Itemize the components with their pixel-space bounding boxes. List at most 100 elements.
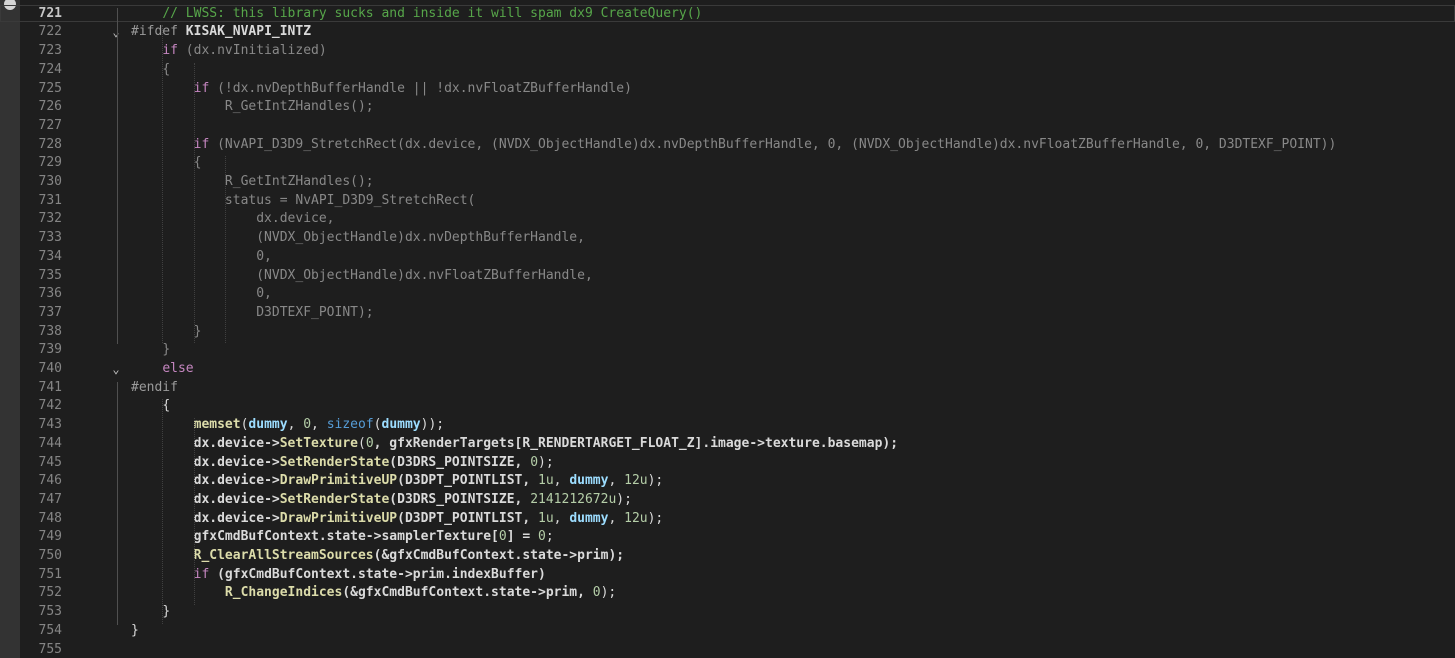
code-text: } [131, 323, 202, 342]
code-token: } [162, 604, 171, 620]
line-number: 750 [38, 548, 62, 563]
code-line[interactable]: 723 if (dx.nvInitialized) [0, 42, 1455, 61]
code-text: dx.device->DrawPrimitiveUP(D3DPT_POINTLI… [131, 472, 664, 491]
code-line[interactable]: 750 R_ClearAllStreamSources(&gfxCmdBufCo… [0, 547, 1455, 566]
code-token: } [193, 323, 202, 339]
code-line[interactable]: 737 D3DTEXF_POINT); [0, 304, 1455, 323]
code-token: dx.device, [256, 211, 335, 227]
line-number: 749 [38, 529, 62, 545]
code-text: (NVDX_ObjectHandle)dx.nvFloatZBufferHand… [131, 267, 593, 286]
code-line[interactable]: 752 R_ChangeIndices(&gfxCmdBufContext.st… [0, 584, 1455, 603]
code-text: dx.device->DrawPrimitiveUP(D3DPT_POINTLI… [131, 510, 664, 529]
code-line[interactable]: 754} [0, 622, 1455, 641]
code-line[interactable]: 744 dx.device->SetTexture(0, gfxRenderTa… [0, 435, 1455, 454]
line-number: 728 [38, 136, 62, 152]
code-token: (D3DPT_POINTLIST, [397, 473, 539, 489]
code-line[interactable]: 733 (NVDX_ObjectHandle)dx.nvDepthBufferH… [0, 229, 1455, 248]
code-token: R_GetIntZHandles(); [224, 174, 374, 189]
code-token: 1u [538, 510, 554, 526]
code-token: (D3DRS_POINTSIZE, [389, 454, 531, 470]
code-line[interactable]: 747 dx.device->SetRenderState(D3DRS_POIN… [0, 491, 1455, 510]
code-token: ); [600, 585, 617, 601]
code-token: dx.device-> [193, 435, 280, 451]
code-line[interactable]: 751 if (gfxCmdBufContext.state->prim.ind… [0, 566, 1455, 585]
code-text: } [131, 622, 139, 641]
code-line[interactable]: 749 gfxCmdBufContext.state->samplerTextu… [0, 528, 1455, 547]
code-line[interactable]: 755 [0, 641, 1455, 658]
code-line[interactable]: 741 #endif [0, 379, 1455, 398]
code-token: , [553, 510, 570, 526]
line-number: 755 [38, 641, 62, 657]
code-line[interactable]: 724 { [0, 61, 1455, 80]
code-token: if [193, 80, 210, 96]
code-line[interactable]: 732 dx.device, [0, 210, 1455, 229]
line-number: 754 [38, 622, 62, 638]
code-token: gfxCmdBufContext.state->samplerTexture[ [193, 529, 499, 545]
line-number: 724 [38, 61, 62, 77]
code-line[interactable]: 734 0, [0, 248, 1455, 267]
code-line[interactable]: 739 } [0, 341, 1455, 360]
fold-chevron-icon[interactable]: ⌄ [108, 360, 124, 379]
code-token: dx.device-> [193, 491, 280, 507]
code-line[interactable]: 727 [0, 117, 1455, 136]
code-line[interactable]: 730 R_GetIntZHandles(); [0, 173, 1455, 192]
line-number: 751 [38, 566, 62, 582]
code-token: KISAK_NVAPI_INTZ [185, 24, 312, 40]
code-line[interactable]: 748 dx.device->DrawPrimitiveUP(D3DPT_POI… [0, 510, 1455, 529]
code-text: // LWSS: this library sucks and inside i… [131, 5, 702, 24]
code-text: R_ClearAllStreamSources(&gfxCmdBufContex… [131, 547, 624, 566]
code-token: 0 [530, 454, 539, 470]
code-token: #endif [131, 379, 178, 395]
code-line[interactable]: 736 0, [0, 285, 1455, 304]
code-token: R_ClearAllStreamSources [193, 548, 374, 563]
scope-line [117, 381, 118, 625]
code-editor[interactable]: 720721 // LWSS: this library sucks and i… [0, 0, 1455, 658]
code-text: { [131, 154, 202, 173]
code-text: R_GetIntZHandles(); [131, 173, 374, 192]
code-line[interactable]: 735 (NVDX_ObjectHandle)dx.nvFloatZBuffer… [0, 267, 1455, 286]
code-token: { [162, 398, 171, 414]
indent-guide [162, 399, 164, 624]
code-line[interactable]: 740 ⌄ else [0, 360, 1455, 379]
code-line[interactable]: 725 if (!dx.nvDepthBufferHandle || !dx.n… [0, 80, 1455, 99]
code-text: status = NvAPI_D3D9_StretchRect( [131, 192, 475, 211]
code-line[interactable]: 743 memset(dummy, 0, sizeof(dummy)); [0, 416, 1455, 435]
code-line[interactable]: 738 } [0, 323, 1455, 342]
code-line[interactable]: 731 status = NvAPI_D3D9_StretchRect( [0, 192, 1455, 211]
code-line[interactable]: 745 dx.device->SetRenderState(D3DRS_POIN… [0, 454, 1455, 473]
line-number: 730 [38, 174, 62, 189]
code-token: else [162, 361, 194, 376]
code-token: dummy [569, 510, 609, 526]
line-number: 721 [38, 5, 62, 21]
indent-guide [162, 25, 164, 344]
code-line[interactable]: 726 R_GetIntZHandles(); [0, 98, 1455, 117]
code-line[interactable]: 722 ⌄ #ifdef KISAK_NVAPI_INTZ [0, 23, 1455, 42]
line-number: 722 [38, 24, 62, 40]
code-token: dx.device-> [193, 510, 280, 526]
code-token: (NVDX_ObjectHandle)dx.nvDepthBufferHandl… [256, 230, 585, 246]
line-number: 753 [38, 604, 62, 620]
code-line[interactable]: 729 { [0, 154, 1455, 173]
code-line[interactable]: 721 // LWSS: this library sucks and insi… [0, 5, 1455, 22]
code-token: dx.device-> [193, 473, 280, 489]
fold-chevron-icon[interactable]: ⌄ [108, 23, 124, 42]
line-number: 731 [38, 192, 62, 208]
code-line[interactable]: 753 } [0, 603, 1455, 622]
code-token: (gfxCmdBufContext.state->prim.indexBuffe… [209, 566, 546, 582]
code-text: if (NvAPI_D3D9_StretchRect(dx.device, (N… [131, 136, 1337, 155]
code-line[interactable]: 742 { [0, 397, 1455, 416]
code-token: // LWSS: this library sucks and inside i… [162, 5, 703, 21]
code-line[interactable]: 728 if (NvAPI_D3D9_StretchRect(dx.device… [0, 136, 1455, 155]
code-token: DrawPrimitiveUP [279, 473, 398, 489]
code-token: dummy [569, 473, 609, 489]
code-line[interactable]: 746 dx.device->DrawPrimitiveUP(D3DPT_POI… [0, 472, 1455, 491]
code-token: , [608, 510, 625, 526]
code-token: SetRenderState [279, 454, 390, 470]
